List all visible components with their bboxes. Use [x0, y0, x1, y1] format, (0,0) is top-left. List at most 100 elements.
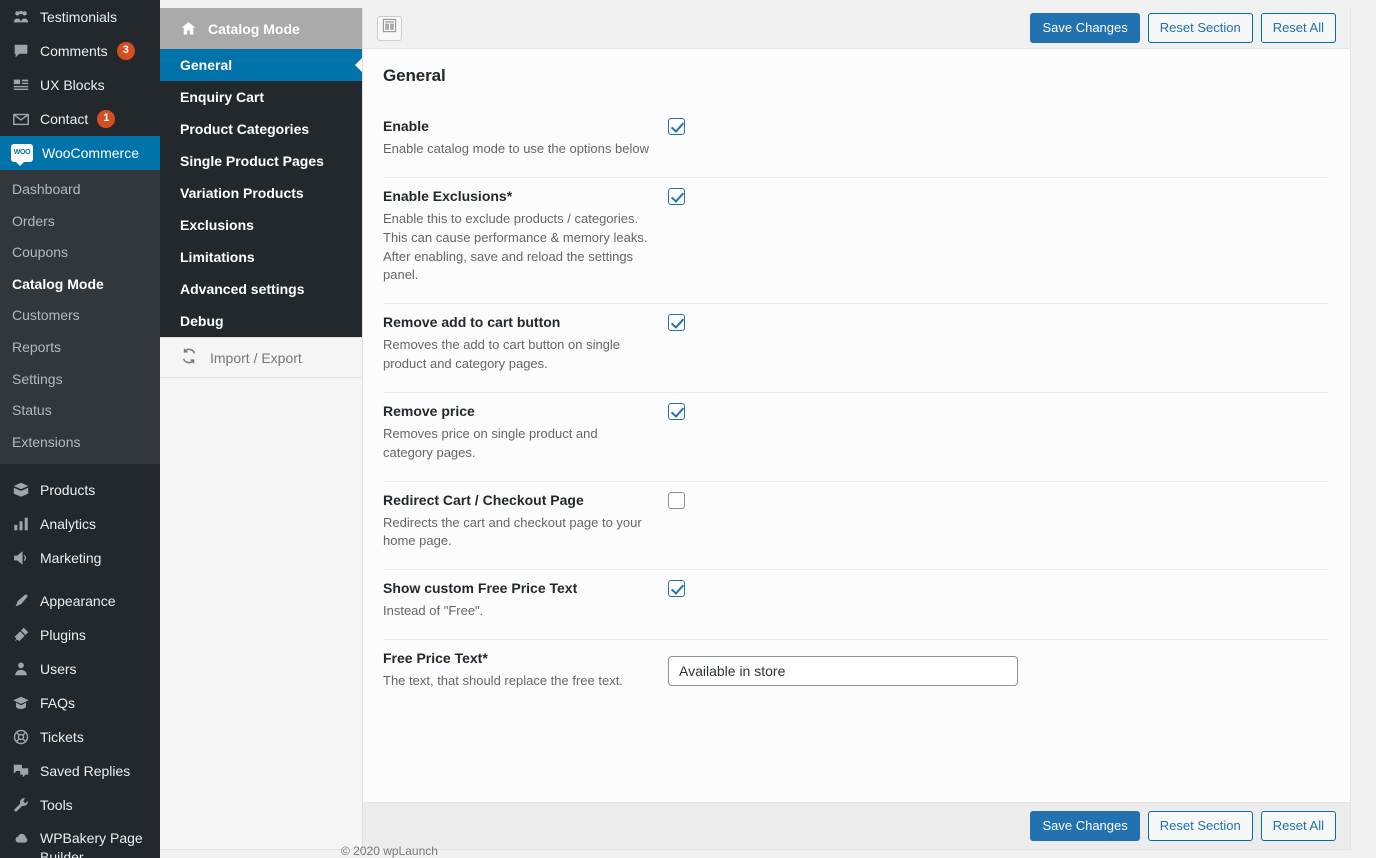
nav-item-exclusions[interactable]: Exclusions: [160, 209, 362, 241]
reset-section-button-top[interactable]: Reset Section: [1147, 13, 1253, 43]
products-box-icon: [11, 480, 31, 500]
sidebar-item-marketing[interactable]: Marketing: [0, 541, 160, 575]
field-label: Remove price Removes price on single pro…: [383, 401, 668, 463]
reset-all-button-top[interactable]: Reset All: [1260, 13, 1336, 43]
wp-admin-sidebar: Testimonials Comments 3 UX Blocks Contac…: [0, 0, 160, 858]
reset-all-button-bottom[interactable]: Reset All: [1260, 811, 1336, 841]
sidebar-item-label: WPBakery Page Builder: [40, 830, 143, 858]
home-icon: [180, 20, 197, 37]
tools-wrench-icon: [11, 795, 31, 815]
envelope-icon: [11, 109, 31, 129]
settings-main: Save Changes Reset Section Reset All Gen…: [363, 8, 1350, 849]
ux-blocks-icon: [11, 75, 31, 95]
sidebar-item-users[interactable]: Users: [0, 652, 160, 686]
nav-item-label: Limitations: [180, 249, 255, 265]
woocommerce-icon: WOO: [11, 144, 33, 166]
nav-item-limitations[interactable]: Limitations: [160, 241, 362, 273]
redux-container: Catalog Mode General Enquiry Cart Produc…: [160, 8, 1351, 850]
free-price-text-input[interactable]: [668, 655, 1018, 686]
save-changes-button-bottom[interactable]: Save Changes: [1030, 811, 1140, 841]
wpbakery-cloud-icon: [11, 829, 31, 849]
plugin-title-label: Catalog Mode: [208, 20, 300, 37]
field-label: Show custom Free Price Text Instead of "…: [383, 578, 668, 621]
sidebar-item-faqs[interactable]: FAQs: [0, 686, 160, 720]
sidebar-item-woocommerce[interactable]: WOO WooCommerce: [0, 136, 160, 170]
nav-item-variation-products[interactable]: Variation Products: [160, 177, 362, 209]
show-custom-free-price-text-checkbox[interactable]: [668, 580, 685, 598]
plugins-plug-icon: [11, 625, 31, 645]
nav-item-product-categories[interactable]: Product Categories: [160, 113, 362, 145]
field-control: [668, 186, 1328, 210]
sidebar-item-label: UX Blocks: [40, 76, 105, 93]
nav-item-enquiry-cart[interactable]: Enquiry Cart: [160, 81, 362, 113]
testimonials-icon: [11, 7, 31, 27]
plugin-nav-title: Catalog Mode: [160, 8, 362, 49]
sidebar-item-wpbakery-page-builder[interactable]: WPBakery Page Builder: [0, 822, 160, 858]
redirect-cart-checkout-checkbox[interactable]: [668, 491, 685, 509]
sidebar-item-label: Testimonials: [40, 8, 118, 25]
submenu-item-orders[interactable]: Orders: [0, 206, 160, 238]
submenu-item-settings[interactable]: Settings: [0, 364, 160, 396]
field-description: The text, that should replace the free t…: [383, 673, 623, 689]
sidebar-item-label: Saved Replies: [40, 762, 131, 779]
sidebar-item-appearance[interactable]: Appearance: [0, 584, 160, 618]
sidebar-item-testimonials[interactable]: Testimonials: [0, 0, 160, 34]
layout-columns-icon: [382, 18, 397, 38]
comments-count-badge: 3: [116, 42, 135, 60]
comments-icon: [11, 41, 31, 61]
submenu-item-extensions[interactable]: Extensions: [0, 427, 160, 459]
sidebar-item-contact[interactable]: Contact 1: [0, 102, 160, 136]
admin-screen: Testimonials Comments 3 UX Blocks Contac…: [0, 0, 1376, 858]
sidebar-item-comments[interactable]: Comments 3: [0, 34, 160, 68]
field-label: Remove add to cart button Removes the ad…: [383, 312, 668, 374]
field-description: Instead of "Free".: [383, 603, 484, 619]
remove-price-checkbox[interactable]: [668, 402, 685, 420]
sidebar-item-label: Contact: [40, 110, 89, 127]
nav-item-advanced-settings[interactable]: Advanced settings: [160, 273, 362, 305]
sidebar-item-label: Comments: [40, 42, 108, 59]
enable-checkbox[interactable]: [668, 118, 685, 135]
submenu-item-customers[interactable]: Customers: [0, 300, 160, 332]
field-label: Redirect Cart / Checkout Page Redirects …: [383, 490, 668, 552]
nav-item-general[interactable]: General: [160, 49, 362, 81]
submenu-item-coupons[interactable]: Coupons: [0, 237, 160, 269]
footer-copyright: © 2020 wpLaunch: [341, 844, 438, 858]
nav-filler: [160, 378, 362, 849]
woocommerce-submenu: Dashboard Orders Coupons Catalog Mode Cu…: [0, 170, 160, 465]
submenu-item-catalog-mode[interactable]: Catalog Mode: [0, 269, 160, 301]
nav-item-single-product-pages[interactable]: Single Product Pages: [160, 145, 362, 177]
submenu-item-dashboard[interactable]: Dashboard: [0, 174, 160, 206]
field-title: Remove price: [383, 402, 475, 419]
page-title: General: [383, 66, 446, 85]
sidebar-item-saved-replies[interactable]: Saved Replies: [0, 754, 160, 788]
remove-add-to-cart-checkbox[interactable]: [668, 314, 685, 332]
plugin-nav-items: General Enquiry Cart Product Categories …: [160, 49, 362, 337]
field-control: [668, 490, 1328, 514]
expand-options-button[interactable]: [377, 15, 402, 41]
field-remove-price: Remove price Removes price on single pro…: [383, 393, 1328, 482]
sidebar-item-analytics[interactable]: Analytics: [0, 507, 160, 541]
field-control: [668, 654, 1328, 686]
enable-exclusions-checkbox[interactable]: [668, 187, 685, 205]
sidebar-item-ux-blocks[interactable]: UX Blocks: [0, 68, 160, 102]
submenu-item-status[interactable]: Status: [0, 395, 160, 427]
tickets-lifebuoy-icon: [11, 727, 31, 747]
field-title: Remove add to cart button: [383, 314, 561, 331]
reset-section-button-bottom[interactable]: Reset Section: [1147, 811, 1253, 841]
settings-toolbar-bottom: Save Changes Reset Section Reset All: [363, 802, 1350, 849]
sidebar-item-tools[interactable]: Tools: [0, 788, 160, 822]
field-title: Enable: [383, 118, 429, 134]
faqs-cap-icon: [11, 693, 31, 713]
save-changes-button-top[interactable]: Save Changes: [1030, 13, 1140, 43]
field-title: Enable Exclusions*: [383, 187, 513, 204]
sidebar-item-products[interactable]: Products: [0, 473, 160, 507]
field-description: Removes price on single product and cate…: [383, 425, 598, 460]
marketing-megaphone-icon: [11, 548, 31, 568]
field-enable-exclusions: Enable Exclusions* Enable this to exclud…: [383, 178, 1328, 305]
nav-item-debug[interactable]: Debug: [160, 305, 362, 337]
sidebar-item-tickets[interactable]: Tickets: [0, 720, 160, 754]
settings-body: General Enable Enable catalog mode to us…: [363, 49, 1350, 802]
nav-item-import-export[interactable]: Import / Export: [160, 337, 362, 378]
submenu-item-reports[interactable]: Reports: [0, 332, 160, 364]
sidebar-item-plugins[interactable]: Plugins: [0, 618, 160, 652]
